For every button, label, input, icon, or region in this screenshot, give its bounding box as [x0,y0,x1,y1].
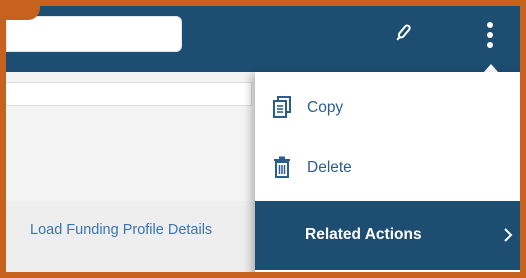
more-vertical-icon[interactable] [483,20,497,50]
copy-icon [273,96,291,118]
load-funding-profile-link[interactable]: Load Funding Profile Details [30,222,230,239]
menu-item-label: Delete [307,159,352,176]
search-input[interactable] [6,16,182,52]
menu-item-label: Copy [307,99,344,116]
chevron-right-icon [504,228,513,242]
menu-item-delete[interactable]: Delete [255,138,520,198]
screenshot-frame: Load Funding Profile Details Copy Delete… [0,0,526,278]
menu-item-related-actions[interactable]: Related Actions [255,201,520,270]
menu-item-label: Related Actions [305,226,422,243]
menu-item-copy[interactable]: Copy [255,78,520,138]
app-header [6,6,520,72]
form-field[interactable] [6,82,252,106]
actions-dropdown-menu: Copy Delete Related Actions [255,72,520,272]
pencil-icon[interactable] [393,22,413,44]
trash-icon [274,156,290,178]
